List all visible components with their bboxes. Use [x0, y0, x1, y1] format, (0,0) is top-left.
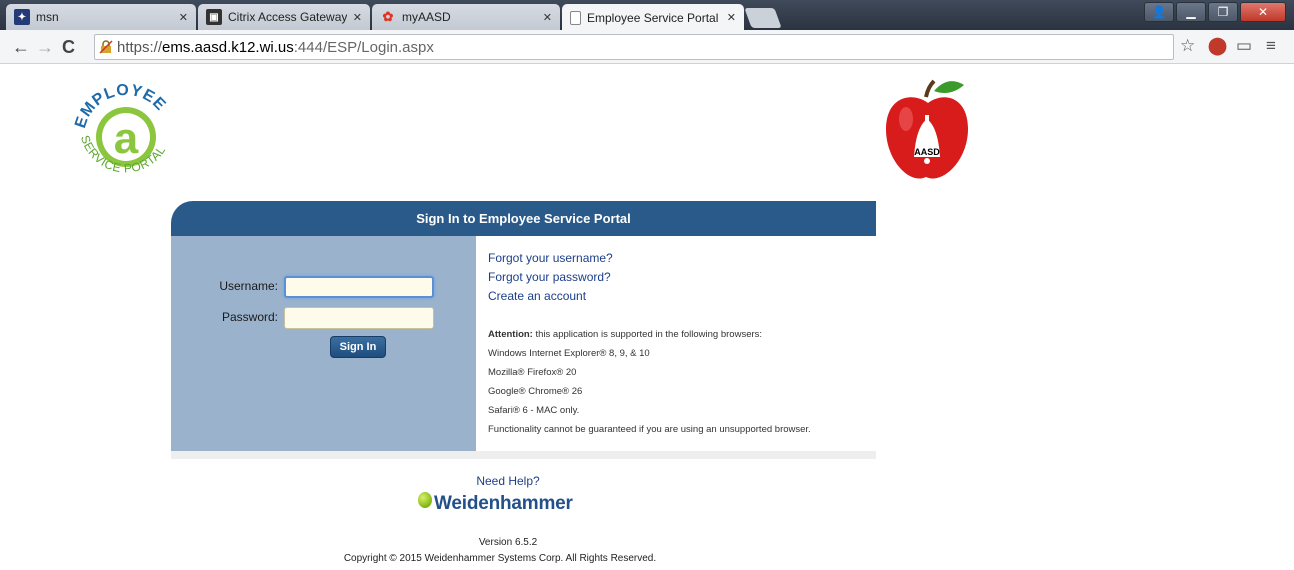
panel-header: Sign In to Employee Service Portal — [171, 201, 876, 236]
menu-icon[interactable]: ≡ — [1266, 36, 1276, 56]
tab-title: Citrix Access Gateway — [228, 10, 347, 24]
password-label: Password: — [221, 310, 278, 324]
myaasd-icon: ✿ — [382, 9, 394, 24]
panel-bottom-bar — [171, 451, 876, 459]
browser-support-item: Mozilla® Firefox® 20 — [488, 367, 577, 378]
tab-employee-service-portal[interactable]: Employee Service Portal ✕ — [562, 4, 744, 31]
star-icon[interactable]: ☆ — [1180, 36, 1195, 56]
password-input[interactable] — [284, 307, 434, 329]
opera-icon[interactable]: ⬤ — [1208, 36, 1227, 56]
browser-support-item: Safari® 6 - MAC only. — [488, 405, 580, 416]
tab-msn[interactable]: ✦ msn ✕ — [6, 4, 196, 30]
user-icon[interactable]: 👤 — [1144, 2, 1174, 22]
close-icon[interactable]: ✕ — [727, 11, 736, 24]
weidenhammer-dot-icon — [418, 492, 432, 508]
copyright-text: Copyright © 2015 Weidenhammer Systems Co… — [343, 553, 657, 564]
login-form: Username: Password: Sign In — [171, 236, 476, 451]
url-scheme: https:// — [117, 38, 163, 56]
svg-text:AASD: AASD — [914, 147, 940, 157]
lock-icon — [99, 40, 113, 54]
reload-icon[interactable]: C — [62, 37, 75, 57]
svg-text:a: a — [114, 114, 139, 163]
address-bar[interactable]: https:// ems.aasd.k12.wi.us :444/ESP/Log… — [94, 34, 1174, 60]
unsupported-browser-warning: Functionality cannot be guaranteed if yo… — [488, 424, 811, 435]
weidenhammer-logo: Weidenhammer — [418, 490, 573, 518]
sign-in-button[interactable]: Sign In — [330, 336, 386, 358]
attention-intro: this application is supported in the fol… — [532, 329, 763, 340]
employee-service-portal-logo: a EMPLOYEE SERVICE PORTAL — [72, 82, 168, 176]
browser-toolbar: ← → C https:// ems.aasd.k12.wi.us :444/E… — [0, 30, 1294, 64]
url-path: :444/ESP/Login.aspx — [293, 38, 434, 56]
version-text: Version 6.5.2 — [478, 537, 538, 548]
minimize-button[interactable]: ▁ — [1176, 2, 1206, 22]
window-controls: 👤 ▁ ❐ ✕ — [1144, 2, 1286, 22]
tab-myaasd[interactable]: ✿ myAASD ✕ — [372, 4, 560, 30]
page-content: a EMPLOYEE SERVICE PORTAL AASD Sign In t… — [0, 65, 1294, 570]
attention-note: Attention: this application is supported… — [488, 329, 762, 340]
need-help-link[interactable]: Need Help? — [0, 474, 1016, 488]
forgot-username-link[interactable]: Forgot your username? — [488, 251, 613, 265]
tab-title: Employee Service Portal — [587, 10, 719, 25]
close-icon[interactable]: ✕ — [543, 11, 552, 24]
tab-citrix[interactable]: ▣ Citrix Access Gateway ✕ — [198, 4, 370, 30]
help-info-area: Forgot your username? Forgot your passwo… — [476, 236, 876, 451]
aasd-apple-logo: AASD — [886, 79, 968, 179]
url-host: ems.aasd.k12.wi.us — [162, 38, 294, 56]
username-label: Username: — [219, 279, 278, 293]
msn-icon: ✦ — [14, 9, 30, 25]
close-window-button[interactable]: ✕ — [1240, 2, 1286, 22]
browser-support-item: Google® Chrome® 26 — [488, 386, 583, 397]
create-account-link[interactable]: Create an account — [488, 289, 586, 303]
cast-icon[interactable]: ▭ — [1236, 36, 1252, 56]
weidenhammer-brand: Weidenhammer — [434, 493, 573, 514]
browser-tab-bar: ✦ msn ✕ ▣ Citrix Access Gateway ✕ ✿ myAA… — [0, 0, 1294, 31]
browser-support-item: Windows Internet Explorer® 8, 9, & 10 — [488, 348, 650, 359]
login-panel: Sign In to Employee Service Portal Usern… — [171, 201, 876, 459]
attention-heading: Attention: — [488, 329, 533, 340]
page-icon — [570, 10, 581, 25]
close-icon[interactable]: ✕ — [353, 11, 362, 24]
forgot-password-link[interactable]: Forgot your password? — [488, 270, 611, 284]
restore-button[interactable]: ❐ — [1208, 2, 1238, 22]
tab-title: msn — [36, 10, 59, 24]
new-tab-button[interactable] — [744, 8, 782, 28]
citrix-icon: ▣ — [206, 9, 222, 25]
forward-icon[interactable]: → — [36, 37, 54, 57]
back-icon[interactable]: ← — [12, 37, 30, 57]
close-icon[interactable]: ✕ — [179, 11, 188, 24]
tab-title: myAASD — [402, 10, 451, 24]
username-input[interactable] — [284, 276, 434, 298]
